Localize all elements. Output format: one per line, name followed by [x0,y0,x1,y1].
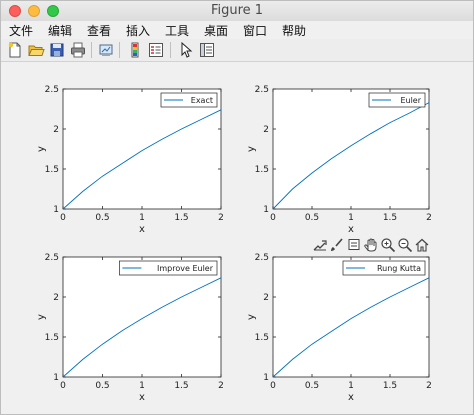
y-tick-label: 2 [263,125,269,135]
y-axis-label: y [36,146,47,152]
x-tick-label: 0.5 [305,213,319,223]
x-tick-label: 0 [270,381,276,391]
property-inspector-icon[interactable] [198,41,216,59]
x-axis-label: x [348,392,354,403]
x-tick-label: 1.5 [383,213,397,223]
y-axis-label: y [36,314,47,320]
open-file-icon[interactable] [27,41,45,59]
toolbar-separator [170,42,171,58]
x-axis-label: x [139,392,145,403]
figure-window: Figure 1 文件 编辑 查看 插入 工具 桌面 窗口 帮助 0 0.5 1… [0,0,474,415]
figure-toolbar [1,39,473,62]
y-tick-label: 1 [53,373,59,383]
x-tick-label: 0.5 [305,381,319,391]
data-tip-icon[interactable] [346,237,362,253]
title-bar[interactable]: Figure 1 [1,1,473,22]
y-tick-label: 1.5 [45,333,59,343]
legend-icon[interactable] [147,41,165,59]
y-tick-label: 1.5 [255,165,269,175]
y-tick-label: 2 [53,125,59,135]
axes-4: 0 0.5 1 1.5 2 1 1.5 2 2.5 x y Rung Kutta [246,253,432,403]
x-tick-label: 2 [218,213,224,223]
legend-label: Euler [400,96,421,105]
menu-tools[interactable]: 工具 [165,22,189,39]
y-tick-label: 2.5 [45,253,59,263]
print-icon[interactable] [69,41,87,59]
legend-label: Exact [191,96,213,105]
window-title: Figure 1 [210,3,264,18]
legend-label: Rung Kutta [377,264,421,273]
y-axis-label: y [246,146,257,152]
toolbar-separator [119,42,120,58]
menu-bar: 文件 编辑 查看 插入 工具 桌面 窗口 帮助 [1,21,473,39]
y-tick-label: 2.5 [255,253,269,263]
brush-icon[interactable] [329,237,345,253]
y-tick-label: 1 [263,205,269,215]
axes-toolbar [309,237,431,253]
export-icon[interactable] [312,237,328,253]
zoom-in-icon[interactable] [380,237,396,253]
x-tick-label: 0 [60,381,66,391]
menu-insert[interactable]: 插入 [126,22,150,39]
axes-3: 0 0.5 1 1.5 2 1 1.5 2 2.5 x y Improve Euler [36,253,224,403]
menu-view[interactable]: 查看 [87,22,111,39]
y-tick-label: 2 [263,293,269,303]
menu-file[interactable]: 文件 [9,22,33,39]
menu-window[interactable]: 窗口 [243,22,267,39]
x-tick-label: 1 [348,213,354,223]
axes-2: 0 0.5 1 1.5 2 1 1.5 2 2.5 x y Euler [246,85,432,235]
menu-desktop[interactable]: 桌面 [204,22,228,39]
menu-help[interactable]: 帮助 [282,22,306,39]
x-tick-label: 1.5 [174,381,188,391]
x-axis-label: x [139,224,145,235]
link-plot-icon[interactable] [97,41,115,59]
x-axis-label: x [348,224,354,235]
x-tick-label: 2 [218,381,224,391]
y-tick-label: 1 [53,205,59,215]
new-figure-icon[interactable] [6,41,24,59]
x-tick-label: 0.5 [95,213,109,223]
x-tick-label: 1.5 [383,381,397,391]
pan-icon[interactable] [363,237,379,253]
y-tick-label: 2.5 [255,85,269,95]
zoom-out-icon[interactable] [397,237,413,253]
y-tick-label: 1 [263,373,269,383]
axes-1: 0 0.5 1 1.5 2 1 1.5 2 2.5 x y Exact [36,85,224,235]
x-tick-label: 0 [60,213,66,223]
legend-label: Improve Euler [157,264,214,273]
x-tick-label: 1 [139,381,145,391]
y-tick-label: 1.5 [255,333,269,343]
y-tick-label: 2 [53,293,59,303]
y-axis-label: y [246,314,257,320]
x-tick-label: 0 [270,213,276,223]
save-icon[interactable] [48,41,66,59]
y-tick-label: 1.5 [45,165,59,175]
x-tick-label: 1.5 [174,213,188,223]
colorbar-icon[interactable] [126,41,144,59]
x-tick-label: 1 [139,213,145,223]
pointer-icon[interactable] [177,41,195,59]
x-tick-label: 2 [426,381,432,391]
x-tick-label: 2 [426,213,432,223]
home-icon[interactable] [414,237,430,253]
x-tick-label: 1 [348,381,354,391]
x-tick-label: 0.5 [95,381,109,391]
y-tick-label: 2.5 [45,85,59,95]
toolbar-separator [91,42,92,58]
menu-edit[interactable]: 编辑 [48,22,72,39]
